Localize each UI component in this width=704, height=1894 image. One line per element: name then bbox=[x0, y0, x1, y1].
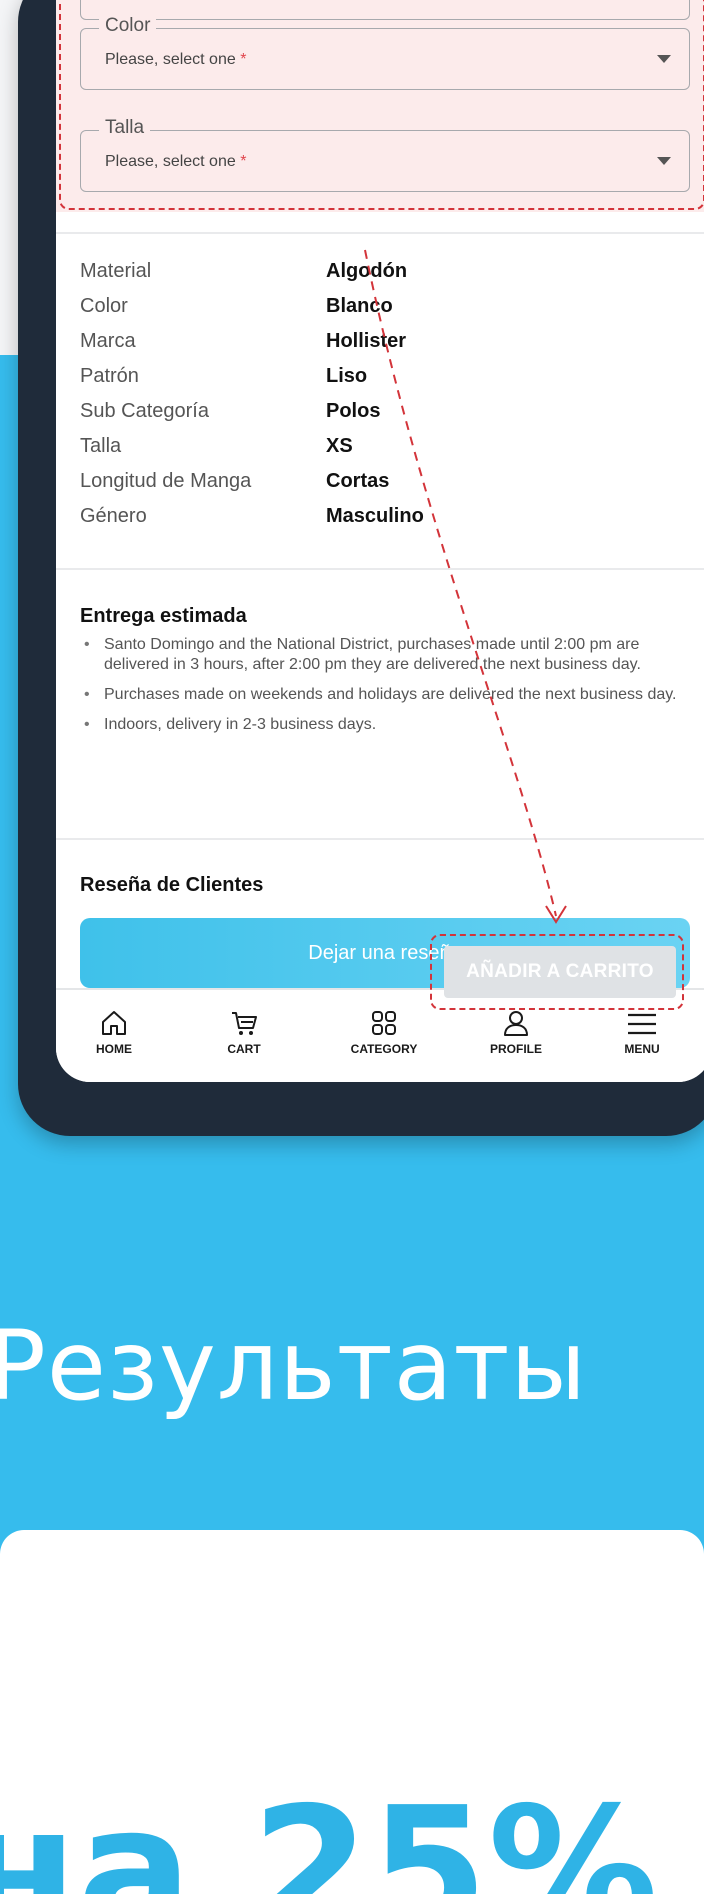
cart-icon bbox=[232, 1012, 257, 1035]
specs-table: Material Algodón Color Blanco Marca Holl… bbox=[80, 260, 680, 540]
nav-label: MENU bbox=[624, 1042, 660, 1056]
delivery-list: Santo Domingo and the National District,… bbox=[80, 635, 690, 745]
spec-value: Polos bbox=[326, 400, 381, 422]
add-to-cart-highlight-frame bbox=[430, 934, 684, 1010]
divider bbox=[56, 568, 704, 570]
nav-item-menu[interactable]: MENU bbox=[592, 1008, 692, 1056]
spec-label: Talla bbox=[80, 435, 122, 457]
home-icon bbox=[102, 1011, 126, 1035]
spec-row: Marca Hollister bbox=[80, 330, 680, 365]
spec-row: Longitud de Manga Cortas bbox=[80, 470, 680, 505]
spec-row: Material Algodón bbox=[80, 260, 680, 295]
spec-label: Longitud de Manga bbox=[80, 470, 252, 492]
profile-icon bbox=[504, 1011, 528, 1036]
selectors-highlight-frame bbox=[59, 0, 704, 210]
list-item: Indoors, delivery in 2-3 business days. bbox=[80, 715, 690, 735]
spec-row: Sub Categoría Polos bbox=[80, 400, 680, 435]
phone-screen: Color Please, select one * Talla Please,… bbox=[56, 0, 704, 1082]
nav-label: PROFILE bbox=[489, 1042, 542, 1056]
spec-label: Sub Categoría bbox=[80, 400, 209, 422]
nav-item-profile[interactable]: PROFILE bbox=[466, 1008, 566, 1056]
spec-row: Color Blanco bbox=[80, 295, 680, 330]
nav-item-home[interactable]: HOME bbox=[64, 1008, 164, 1056]
spec-value: Masculino bbox=[326, 505, 424, 527]
big-stat: на 25% bbox=[0, 1771, 659, 1894]
delivery-title: Entrega estimada bbox=[80, 605, 247, 627]
spec-label: Género bbox=[80, 505, 147, 527]
spec-label: Marca bbox=[80, 330, 136, 352]
spec-value: Hollister bbox=[326, 330, 407, 352]
headline: Результаты bbox=[0, 1310, 588, 1422]
menu-icon bbox=[628, 1013, 656, 1035]
category-icon bbox=[372, 1011, 396, 1035]
promo-canvas: Color Please, select one * Talla Please,… bbox=[0, 0, 704, 1894]
spec-value: Liso bbox=[326, 365, 368, 387]
spec-value: Blanco bbox=[326, 295, 393, 317]
list-item: Purchases made on weekends and holidays … bbox=[80, 685, 690, 705]
spec-label: Patrón bbox=[80, 365, 139, 387]
spec-value: Algodón bbox=[326, 260, 408, 282]
divider bbox=[56, 232, 704, 234]
spec-row: Talla XS bbox=[80, 435, 680, 470]
nav-item-category[interactable]: CATEGORY bbox=[334, 1008, 434, 1056]
nav-item-cart[interactable]: CART bbox=[194, 1008, 294, 1056]
spec-value: Cortas bbox=[326, 470, 390, 492]
spec-label: Color bbox=[80, 295, 128, 317]
spec-value: XS bbox=[326, 435, 353, 457]
spec-label: Material bbox=[80, 260, 152, 282]
list-item: Santo Domingo and the National District,… bbox=[80, 635, 690, 675]
nav-label: HOME bbox=[96, 1042, 132, 1056]
variant-selectors: Color Please, select one * Talla Please,… bbox=[56, 0, 704, 212]
reviews-title: Reseña de Clientes bbox=[80, 874, 264, 896]
nav-label: CART bbox=[227, 1042, 261, 1056]
nav-label: CATEGORY bbox=[350, 1042, 418, 1056]
spec-row: Patrón Liso bbox=[80, 365, 680, 400]
spec-row: Género Masculino bbox=[80, 505, 680, 540]
divider bbox=[56, 838, 704, 840]
